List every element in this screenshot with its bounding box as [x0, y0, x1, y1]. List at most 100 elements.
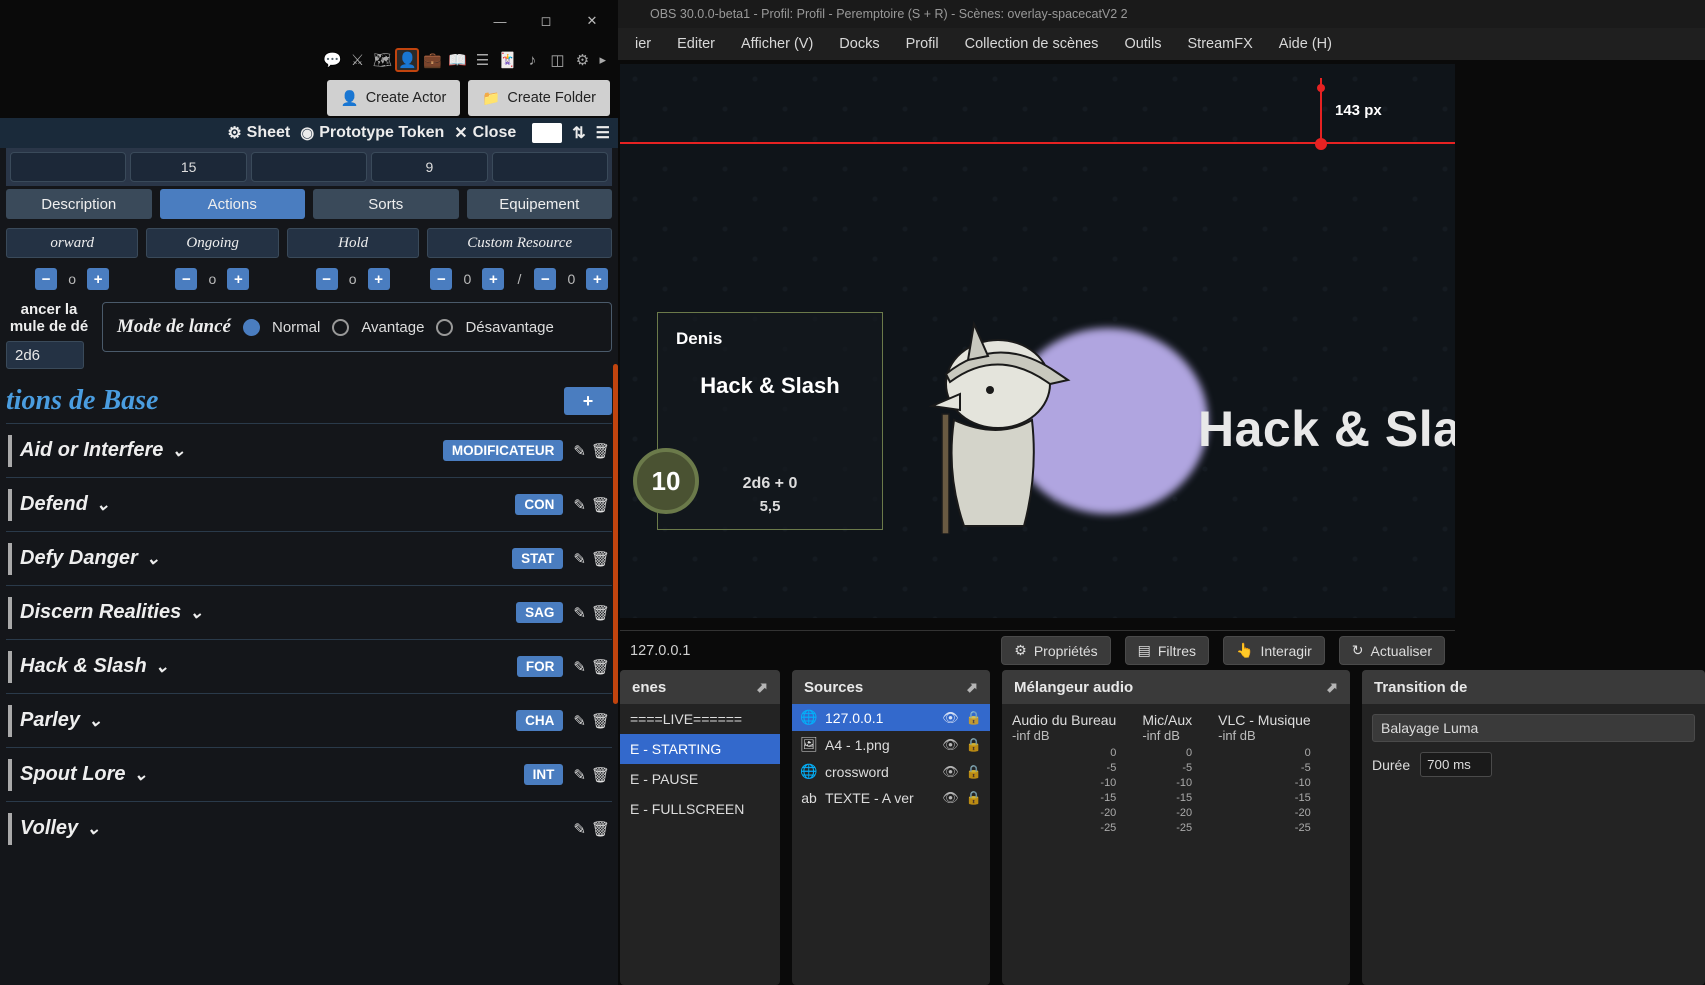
sheet-config-button[interactable]: ⚙ Sheet — [227, 123, 290, 143]
menu-collection[interactable]: Collection de scènes — [965, 36, 1099, 52]
sort-icon[interactable]: ⇅ — [572, 123, 585, 143]
window-titlebar[interactable]: — ◻ ✕ — [0, 0, 618, 42]
plus-button[interactable]: + — [368, 268, 390, 290]
minus-button[interactable]: − — [35, 268, 57, 290]
mixer-channel[interactable]: Mic/Aux -inf dB 0-5-10-15-20-25 — [1142, 712, 1192, 834]
create-folder-button[interactable]: 📁 Create Folder — [468, 80, 610, 116]
visibility-icon[interactable]: 👁 — [942, 710, 959, 726]
popout-icon[interactable]: ⬈ — [756, 679, 768, 696]
menu-fichier[interactable]: ier — [635, 36, 651, 52]
collapse-icon[interactable]: ▸ — [595, 52, 610, 68]
compendium-tab-icon[interactable]: ◫ — [545, 48, 569, 72]
stat-badge[interactable]: STAT — [512, 548, 563, 569]
tables-tab-icon[interactable]: ☰ — [470, 48, 494, 72]
stat-badge[interactable]: SAG — [516, 602, 563, 623]
minimize-button[interactable]: — — [478, 2, 522, 40]
chevron-down-icon[interactable]: ⌄ — [134, 765, 148, 785]
edit-icon[interactable]: ✎ — [573, 442, 586, 460]
resource-forward[interactable]: orward — [6, 228, 138, 258]
scene-item[interactable]: E - FULLSCREEN — [620, 794, 780, 824]
stat-badge[interactable]: CON — [515, 494, 563, 515]
filters-button[interactable]: ▤ Filtres — [1125, 636, 1209, 665]
delete-icon[interactable]: 🗑 — [591, 766, 610, 784]
delete-icon[interactable]: 🗑 — [591, 604, 610, 622]
radio-normal[interactable] — [243, 319, 260, 336]
combat-tab-icon[interactable]: ⚔ — [345, 48, 369, 72]
chevron-down-icon[interactable]: ⌄ — [88, 711, 102, 731]
delete-icon[interactable]: 🗑 — [591, 820, 610, 838]
resource-hold[interactable]: Hold — [287, 228, 419, 258]
stat-badge[interactable]: MODIFICATEUR — [443, 440, 564, 461]
visibility-icon[interactable]: 👁 — [942, 764, 959, 780]
close-sheet-button[interactable]: ✕ Close — [454, 123, 516, 143]
edit-icon[interactable]: ✎ — [573, 604, 586, 622]
action-item[interactable]: Discern Realities⌄SAG✎🗑 — [6, 585, 612, 639]
scene-item[interactable]: E - PAUSE — [620, 764, 780, 794]
plus-button[interactable]: + — [87, 268, 109, 290]
action-item[interactable]: Defy Danger⌄STAT✎🗑 — [6, 531, 612, 585]
tab-actions[interactable]: Actions — [160, 189, 306, 219]
edit-icon[interactable]: ✎ — [573, 712, 586, 730]
chevron-down-icon[interactable]: ⌄ — [155, 657, 169, 677]
menu-docks[interactable]: Docks — [839, 36, 879, 52]
preview-area[interactable]: 143 px Denis Hack & Slash 2d6 + 0 5,5 10… — [620, 64, 1455, 618]
edit-icon[interactable]: ✎ — [573, 820, 586, 838]
tab-equipement[interactable]: Equipement — [467, 189, 613, 219]
action-item[interactable]: Defend⌄CON✎🗑 — [6, 477, 612, 531]
menu-icon[interactable]: ☰ — [596, 123, 610, 143]
menu-outils[interactable]: Outils — [1124, 36, 1161, 52]
scene-item[interactable]: E - STARTING — [620, 734, 780, 764]
journal-tab-icon[interactable]: 📖 — [445, 48, 469, 72]
add-action-button[interactable]: + — [564, 387, 612, 415]
radio-avantage[interactable] — [332, 319, 349, 336]
chevron-down-icon[interactable]: ⌄ — [96, 495, 110, 515]
stat-box[interactable] — [251, 152, 367, 182]
delete-icon[interactable]: 🗑 — [591, 496, 610, 514]
scrollbar[interactable] — [613, 364, 618, 704]
plus-button[interactable]: + — [227, 268, 249, 290]
lock-icon[interactable]: 🔒 — [966, 790, 982, 806]
plus-button[interactable]: + — [586, 268, 608, 290]
roll-formula-input[interactable]: 2d6 — [6, 341, 84, 369]
settings-tab-icon[interactable]: ⚙ — [570, 48, 594, 72]
stat-box[interactable] — [492, 152, 608, 182]
edit-icon[interactable]: ✎ — [573, 658, 586, 676]
chevron-down-icon[interactable]: ⌄ — [86, 819, 100, 839]
chevron-down-icon[interactable]: ⌄ — [189, 603, 203, 623]
action-item[interactable]: Hack & Slash⌄FOR✎🗑 — [6, 639, 612, 693]
menu-aide[interactable]: Aide (H) — [1279, 36, 1332, 52]
refresh-button[interactable]: ↻ Actualiser — [1339, 636, 1445, 665]
interact-button[interactable]: 👆 Interagir — [1223, 636, 1325, 665]
menu-profil[interactable]: Profil — [906, 36, 939, 52]
menu-editer[interactable]: Editer — [677, 36, 715, 52]
action-item[interactable]: Spout Lore⌄INT✎🗑 — [6, 747, 612, 801]
popout-icon[interactable]: ⬈ — [966, 679, 978, 696]
lock-icon[interactable]: 🔒 — [966, 737, 982, 753]
plus-button[interactable]: + — [482, 268, 504, 290]
actors-tab-icon[interactable]: 👤 — [395, 48, 419, 72]
source-item[interactable]: abTEXTE - A ver👁🔒 — [792, 785, 990, 811]
stat-box[interactable]: 15 — [130, 152, 246, 182]
edit-icon[interactable]: ✎ — [573, 550, 586, 568]
edit-icon[interactable]: ✎ — [573, 496, 586, 514]
stat-box[interactable] — [10, 152, 126, 182]
create-actor-button[interactable]: 👤 Create Actor — [327, 80, 461, 116]
scenes-tab-icon[interactable]: 🗺 — [370, 48, 394, 72]
source-item[interactable]: 🖼A4 - 1.png👁🔒 — [792, 731, 990, 758]
delete-icon[interactable]: 🗑 — [591, 712, 610, 730]
cards-tab-icon[interactable]: 🃏 — [495, 48, 519, 72]
stat-badge[interactable]: FOR — [517, 656, 564, 677]
source-item[interactable]: 🌐127.0.0.1👁🔒 — [792, 704, 990, 731]
visibility-icon[interactable]: 👁 — [942, 737, 959, 753]
popout-icon[interactable]: ⬈ — [1326, 679, 1338, 696]
mixer-channel[interactable]: VLC - Musique -inf dB 0-5-10-15-20-25 — [1218, 712, 1311, 834]
stat-badge[interactable]: INT — [524, 764, 564, 785]
delete-icon[interactable]: 🗑 — [591, 442, 610, 460]
minus-button[interactable]: − — [316, 268, 338, 290]
menu-afficher[interactable]: Afficher (V) — [741, 36, 813, 52]
action-item[interactable]: Aid or Interfere⌄MODIFICATEUR✎🗑 — [6, 423, 612, 477]
scene-item[interactable]: ====LIVE====== — [620, 704, 780, 734]
color-swatch[interactable] — [532, 123, 562, 143]
lock-icon[interactable]: 🔒 — [966, 764, 982, 780]
transition-select[interactable]: Balayage Luma — [1372, 714, 1695, 742]
